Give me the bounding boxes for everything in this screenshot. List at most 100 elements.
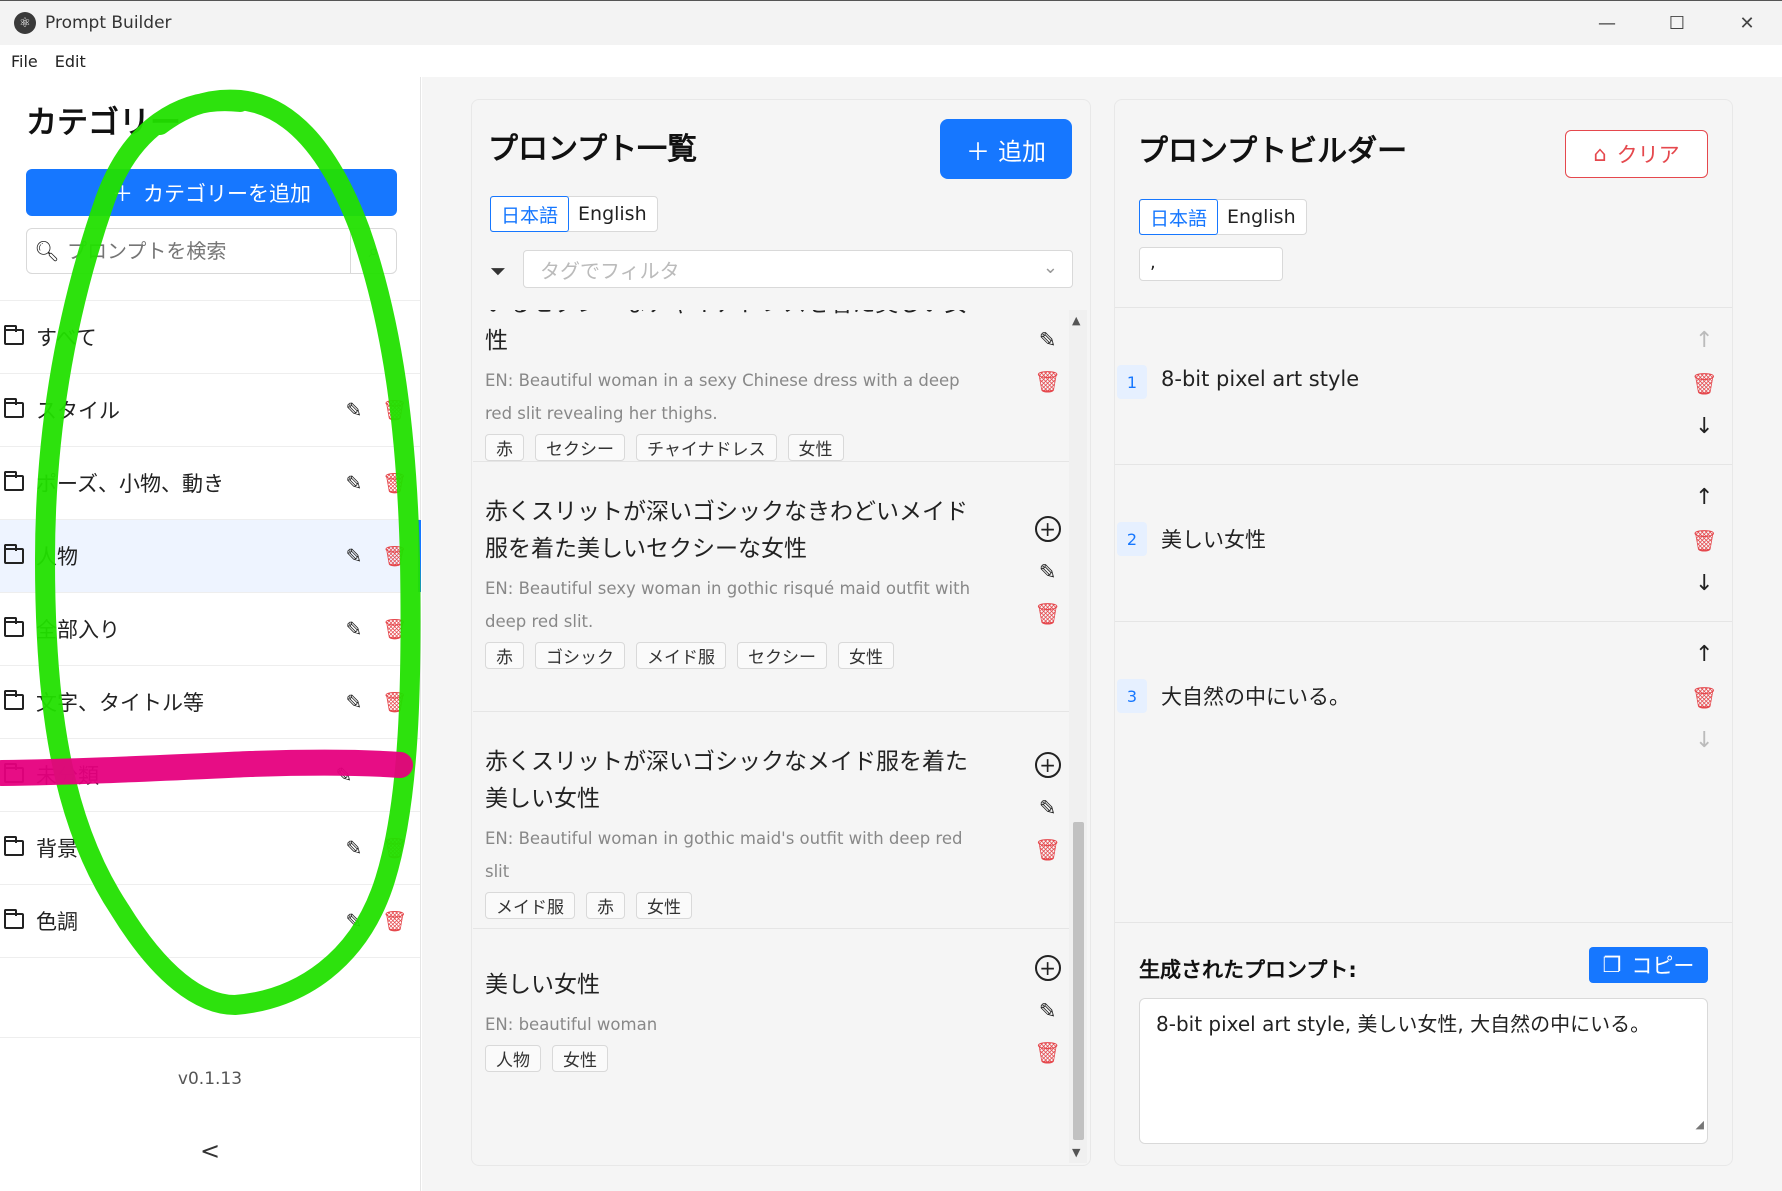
category-item-pose[interactable]: ポーズ、小物、動き ✎ 🗑︎ [0, 447, 420, 520]
folder-icon [4, 544, 24, 564]
category-item-color-tone[interactable]: 色調 ✎ 🗑︎ [0, 885, 420, 958]
trash-icon[interactable]: 🗑︎ [1691, 528, 1718, 554]
collapse-sidebar-button[interactable]: < [200, 1137, 220, 1165]
edit-icon[interactable]: ✎ [1039, 999, 1057, 1023]
lang-option-english[interactable]: English [568, 197, 657, 231]
separator-input[interactable]: , [1139, 247, 1283, 281]
menu-file[interactable]: File [11, 52, 38, 71]
copy-button[interactable]: ❐ コピー [1589, 947, 1708, 983]
tag: 人物 [485, 1045, 541, 1072]
prompt-item[interactable]: 赤くスリットが深いゴシックなメイド服を着た美しい女性 EN: Beautiful… [473, 712, 1069, 929]
title-bar: ⚛ Prompt Builder — ☐ ✕ [0, 0, 1782, 45]
edit-icon[interactable]: ✎ [342, 544, 366, 568]
category-label: 文字、タイトル等 [36, 691, 204, 715]
edit-icon[interactable]: ✎ [1039, 796, 1057, 820]
tag: メイド服 [485, 892, 575, 919]
edit-icon[interactable]: ✎ [342, 617, 366, 641]
tag: 赤 [485, 434, 524, 461]
arrow-down-icon[interactable]: ↓ [1695, 414, 1713, 440]
category-item-background[interactable]: 背景 ✎ 🗑︎ [0, 812, 420, 885]
category-item-text[interactable]: 文字、タイトル等 ✎ 🗑︎ [0, 666, 420, 739]
trash-icon[interactable]: 🗑︎ [1034, 1041, 1061, 1066]
generated-divider [1115, 922, 1732, 923]
category-item-all-in[interactable]: 全部入り ✎ 🗑︎ [0, 593, 420, 666]
trash-icon[interactable]: 🗑︎ [382, 471, 407, 495]
builder-item[interactable]: 2 美しい女性 ↑ 🗑︎ ↓ [1115, 465, 1732, 622]
tag: 赤 [485, 642, 524, 669]
generated-prompt-label: 生成されたプロンプト: [1139, 958, 1357, 982]
maximize-icon[interactable]: ☐ [1642, 1, 1712, 46]
edit-icon[interactable]: ✎ [1039, 328, 1057, 352]
prompt-title: 赤くスリットが深いゴシックなメイド服を着た美しい女性 [485, 749, 968, 812]
builder-language-toggle: 日本語 English [1139, 199, 1307, 235]
lang-option-japanese[interactable]: 日本語 [490, 196, 570, 232]
tag-filter-select[interactable]: タグでフィルタ ⌄ [523, 250, 1073, 288]
category-label: 背景 [36, 837, 78, 861]
trash-icon[interactable]: 🗑︎ [382, 909, 407, 933]
category-label: 全部入り [36, 618, 120, 642]
trash-icon[interactable]: 🗑︎ [1691, 371, 1718, 397]
add-category-button[interactable]: ＋ カテゴリーを追加 [26, 169, 397, 216]
builder-item[interactable]: 1 8-bit pixel art style ↑ 🗑︎ ↓ [1115, 308, 1732, 465]
edit-icon[interactable]: ✎ [342, 398, 366, 422]
prompt-item[interactable]: いるセクシーなチャイナドレスを着た美しい女性 EN: Beautiful wom… [473, 310, 1069, 462]
add-to-builder-icon[interactable]: + [1034, 752, 1061, 778]
folder-icon [4, 690, 24, 710]
add-prompt-button[interactable]: ＋ 追加 [940, 119, 1072, 179]
add-to-builder-icon[interactable]: + [1034, 955, 1061, 981]
resize-grip-icon[interactable]: ◢ [1696, 1110, 1704, 1140]
scrollbar-thumb[interactable] [1073, 822, 1084, 1140]
prompt-english: EN: beautiful woman [485, 1015, 658, 1034]
scroll-down-icon[interactable]: ▼ [1072, 1146, 1080, 1159]
scroll-up-icon[interactable]: ▲ [1072, 314, 1080, 327]
search-input[interactable] [67, 229, 350, 273]
trash-icon[interactable]: 🗑︎ [382, 544, 407, 568]
arrow-down-icon[interactable]: ↓ [1695, 728, 1713, 754]
trash-icon[interactable]: 🗑︎ [1034, 838, 1061, 863]
category-sidebar: カテゴリー ＋ カテゴリーを追加 🔍︎ ⌕ すべて スタイル ✎ 🗑︎ ポーズ、… [0, 77, 421, 1191]
builder-item[interactable]: 3 大自然の中にいる。 ↑ 🗑︎ ↓ [1115, 622, 1732, 779]
edit-icon[interactable]: ✎ [342, 909, 366, 933]
search-icon: ⌕ [368, 240, 379, 262]
trash-icon[interactable]: 🗑︎ [382, 398, 407, 422]
trash-icon[interactable]: 🗑︎ [1034, 602, 1061, 627]
category-item-style[interactable]: スタイル ✎ 🗑︎ [0, 374, 420, 447]
arrow-up-icon[interactable]: ↑ [1695, 642, 1713, 668]
category-label: 人物 [36, 545, 78, 569]
edit-icon[interactable]: ✎ [342, 836, 366, 860]
category-item-uncategorized[interactable]: 未分類 ✎ [0, 739, 420, 812]
edit-icon[interactable]: ✎ [342, 690, 366, 714]
edit-icon[interactable]: ✎ [1039, 560, 1057, 584]
trash-icon[interactable]: 🗑︎ [1691, 685, 1718, 711]
add-to-builder-icon[interactable]: + [1034, 516, 1061, 542]
prompt-tags: 赤 ゴシック メイド服 セクシー 女性 [485, 642, 1057, 669]
add-category-label: カテゴリーを追加 [143, 181, 311, 206]
search-button[interactable]: ⌕ [350, 229, 396, 273]
clear-button[interactable]: ⌂ クリア [1565, 130, 1708, 178]
trash-icon[interactable]: 🗑︎ [382, 836, 407, 860]
prompt-item[interactable]: 美しい女性 EN: beautiful woman 人物 女性 + ✎ 🗑︎ [473, 929, 1069, 1119]
edit-icon[interactable]: ✎ [342, 471, 366, 495]
clear-icon: ⌂ [1593, 142, 1607, 166]
lang-option-japanese[interactable]: 日本語 [1139, 199, 1219, 235]
arrow-down-icon[interactable]: ↓ [1695, 571, 1713, 597]
edit-icon[interactable]: ✎ [332, 763, 356, 787]
trash-icon[interactable]: 🗑︎ [382, 690, 407, 714]
prompt-tags: メイド服 赤 女性 [485, 892, 1057, 919]
trash-icon[interactable]: 🗑︎ [382, 617, 407, 641]
builder-item-text: 美しい女性 [1161, 528, 1266, 552]
category-item-all[interactable]: すべて [0, 301, 420, 374]
generated-prompt-textarea[interactable]: 8-bit pixel art style, 美しい女性, 大自然の中にいる。 … [1139, 998, 1708, 1144]
lang-option-english[interactable]: English [1217, 200, 1306, 234]
category-item-person[interactable]: 人物 ✎ 🗑︎ [0, 520, 421, 593]
arrow-up-icon[interactable]: ↑ [1695, 485, 1713, 511]
tag: チャイナドレス [636, 434, 777, 461]
minimize-icon[interactable]: — [1572, 1, 1642, 46]
category-label: スタイル [36, 399, 120, 423]
arrow-up-icon[interactable]: ↑ [1695, 328, 1713, 354]
close-icon[interactable]: ✕ [1712, 1, 1782, 46]
trash-icon[interactable]: 🗑︎ [1034, 370, 1061, 395]
menu-edit[interactable]: Edit [55, 52, 86, 71]
prompt-list-scrollbar[interactable]: ▲ ▼ [1069, 310, 1087, 1163]
prompt-item[interactable]: 赤くスリットが深いゴシックなきわどいメイド服を着た美しいセクシーな女性 EN: … [473, 462, 1069, 712]
